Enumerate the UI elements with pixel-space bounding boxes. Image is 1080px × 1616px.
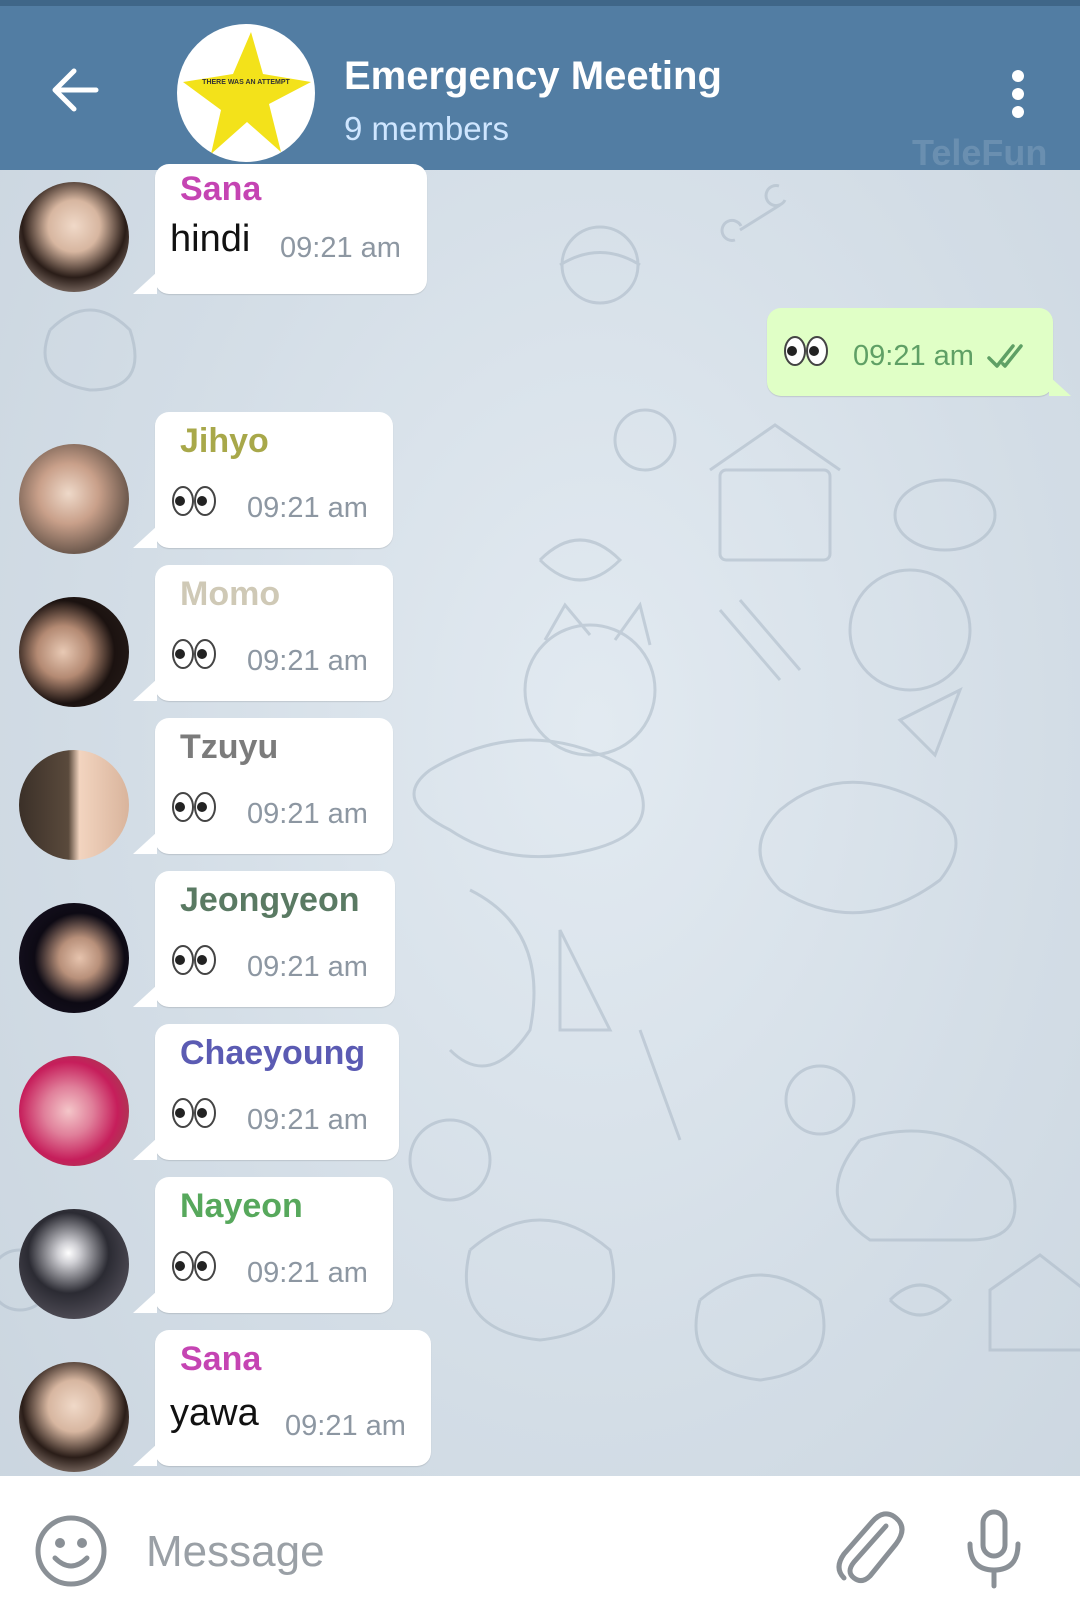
- message-input-bar: [0, 1476, 1080, 1616]
- bubble-tail: [1049, 376, 1071, 396]
- paperclip-icon: [836, 1511, 905, 1584]
- eyes-emoji-icon: [172, 486, 216, 516]
- avatar[interactable]: [19, 444, 129, 554]
- more-menu-button[interactable]: [1000, 68, 1036, 120]
- message-bubble[interactable]: Jihyo 09:21 am: [133, 412, 393, 548]
- double-check-icon: [987, 344, 1023, 368]
- message-bubble[interactable]: Sana yawa 09:21 am: [133, 1330, 431, 1466]
- avatar[interactable]: [19, 1056, 129, 1166]
- message-time: 09:21 am: [247, 951, 368, 983]
- bubble-tail: [133, 1444, 157, 1466]
- bubble-tail: [133, 272, 157, 294]
- eyes-emoji-icon: [172, 792, 216, 822]
- smiley-icon: [35, 1515, 107, 1587]
- emoji-button[interactable]: [34, 1514, 108, 1588]
- message-bubble[interactable]: Nayeon 09:21 am: [133, 1177, 393, 1313]
- group-avatar-text: THERE WAS AN ATTEMPT: [202, 79, 290, 86]
- message-bubble[interactable]: Sana hindi 09:21 am: [133, 164, 427, 294]
- message-bubble[interactable]: Chaeyoung 09:21 am: [133, 1024, 399, 1160]
- message-time: 09:21 am: [853, 340, 974, 372]
- microphone-button[interactable]: [964, 1508, 1024, 1590]
- bubble-tail: [133, 985, 157, 1007]
- message-time: 09:21 am: [247, 492, 368, 524]
- bubble-tail: [133, 1291, 157, 1313]
- message-input[interactable]: [144, 1516, 788, 1588]
- attach-button[interactable]: [830, 1506, 906, 1586]
- sender-name[interactable]: Jeongyeon: [180, 881, 359, 920]
- message-bubble[interactable]: Tzuyu 09:21 am: [133, 718, 393, 854]
- bubble-tail: [133, 832, 157, 854]
- message-time: 09:21 am: [247, 1104, 368, 1136]
- back-button[interactable]: [46, 62, 102, 118]
- avatar[interactable]: [19, 182, 129, 292]
- dot-icon: [1012, 88, 1024, 100]
- bubble-tail: [133, 1138, 157, 1160]
- message-text: yawa: [170, 1392, 259, 1434]
- message-time: 09:21 am: [280, 232, 401, 264]
- bubble-tail: [133, 679, 157, 701]
- eyes-emoji-icon: [172, 639, 216, 669]
- arrow-left-icon: [52, 68, 99, 112]
- message-bubble[interactable]: Momo 09:21 am: [133, 565, 393, 701]
- avatar[interactable]: [19, 1209, 129, 1319]
- eyes-emoji-icon: [172, 1251, 216, 1281]
- sender-name[interactable]: Sana: [180, 170, 261, 209]
- message-time: 09:21 am: [247, 645, 368, 677]
- eyes-emoji-icon: [172, 945, 216, 975]
- sender-name[interactable]: Jihyo: [180, 422, 269, 461]
- sender-name[interactable]: Momo: [180, 575, 280, 614]
- avatar[interactable]: [19, 597, 129, 707]
- microphone-icon: [967, 1509, 1021, 1589]
- member-count[interactable]: 9 members: [344, 110, 509, 148]
- star-icon: [183, 32, 311, 154]
- message-time: 09:21 am: [285, 1410, 406, 1442]
- message-bubble[interactable]: Jeongyeon 09:21 am: [133, 871, 395, 1007]
- avatar[interactable]: [19, 1362, 129, 1472]
- avatar[interactable]: [19, 750, 129, 860]
- message-time: 09:21 am: [247, 798, 368, 830]
- group-avatar[interactable]: THERE WAS AN ATTEMPT: [177, 24, 315, 162]
- message-text: hindi: [170, 218, 251, 260]
- eyes-emoji-icon: [172, 1098, 216, 1128]
- outgoing-message-bubble[interactable]: 09:21 am: [767, 308, 1071, 396]
- watermark: TeleFun: [912, 132, 1048, 173]
- bubble-tail: [133, 526, 157, 548]
- eyes-emoji-icon: [784, 336, 828, 366]
- avatar[interactable]: [19, 903, 129, 1013]
- sender-name[interactable]: Nayeon: [180, 1187, 303, 1226]
- chat-title[interactable]: Emergency Meeting: [344, 54, 722, 99]
- message-time: 09:21 am: [247, 1257, 368, 1289]
- chat-header: THERE WAS AN ATTEMPT Emergency Meeting 9…: [0, 0, 1080, 173]
- dot-icon: [1012, 70, 1024, 82]
- dot-icon: [1012, 106, 1024, 118]
- sender-name[interactable]: Chaeyoung: [180, 1034, 365, 1073]
- sender-name[interactable]: Sana: [180, 1340, 261, 1379]
- sender-name[interactable]: Tzuyu: [180, 728, 278, 767]
